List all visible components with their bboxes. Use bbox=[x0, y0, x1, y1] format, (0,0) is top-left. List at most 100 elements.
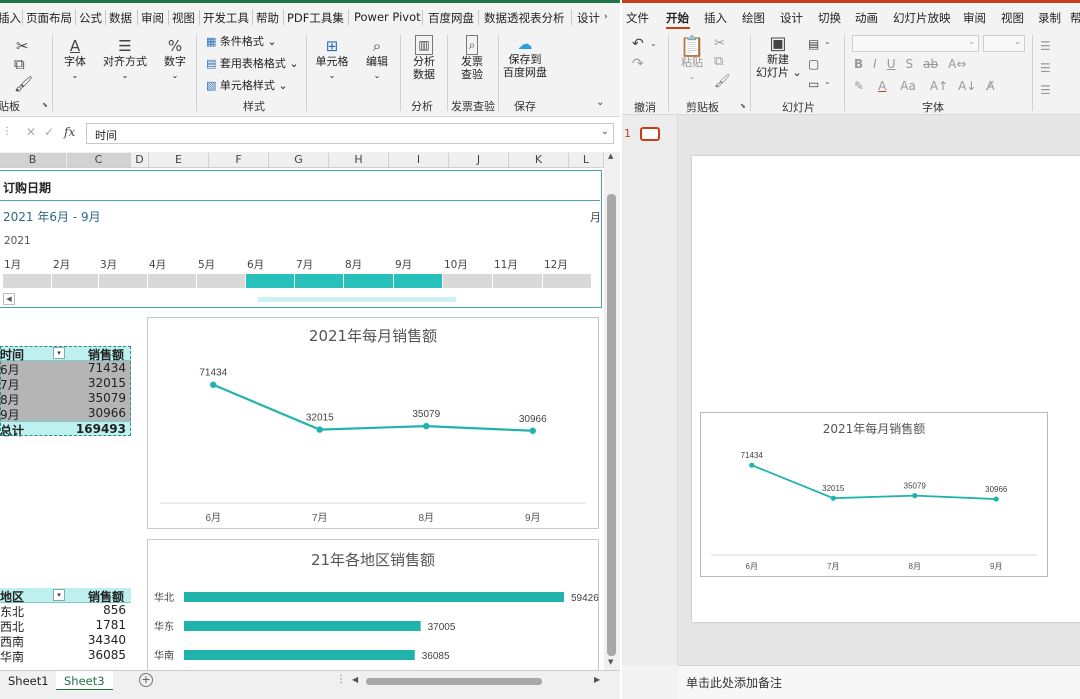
tab-insert[interactable]: 插入 bbox=[0, 10, 21, 26]
ppt-tab-slideshow[interactable]: 幻灯片放映 bbox=[893, 10, 951, 26]
ppt-tab-home[interactable]: 开始 bbox=[666, 10, 689, 26]
font-name-select[interactable]: ⌄ bbox=[852, 35, 979, 52]
ppt-tab-file[interactable]: 文件 bbox=[626, 10, 649, 26]
column-header-h[interactable]: H bbox=[329, 153, 389, 167]
cut-icon[interactable]: ✂ bbox=[714, 35, 725, 53]
ppt-tab-transitions[interactable]: 切换 bbox=[818, 10, 841, 26]
align-right-icon[interactable]: ☰ bbox=[1040, 83, 1051, 97]
scroll-up-icon[interactable]: ▲ bbox=[608, 152, 613, 160]
ppt-tab-draw[interactable]: 绘图 bbox=[742, 10, 765, 26]
font-size-select[interactable]: ⌄ bbox=[983, 35, 1025, 52]
slicer-month-bar[interactable] bbox=[3, 274, 52, 288]
slicer-month-bar[interactable] bbox=[148, 274, 197, 288]
slicer-month-bar[interactable] bbox=[99, 274, 148, 288]
chart-region-sales[interactable]: 21年各地区销售额 华北 59426 华东 37005 华南 36085 bbox=[147, 539, 599, 670]
highlight-icon[interactable]: ✎ bbox=[854, 79, 864, 93]
tab-data[interactable]: 数据 bbox=[109, 10, 132, 26]
column-header-j[interactable]: J bbox=[449, 153, 509, 167]
reset-icon[interactable]: ▢ bbox=[808, 55, 819, 73]
slicer-month-bar[interactable] bbox=[197, 274, 246, 288]
shadow-icon[interactable]: S bbox=[906, 57, 914, 71]
shrink-font-icon[interactable]: A↓ bbox=[958, 79, 976, 93]
tab-help[interactable]: 帮助 bbox=[256, 10, 279, 26]
paste-button[interactable]: 📋 粘贴 ⌄ bbox=[676, 36, 708, 83]
column-header-k[interactable]: K bbox=[509, 153, 569, 167]
tab-developer[interactable]: 开发工具 bbox=[203, 10, 249, 26]
column-header-i[interactable]: I bbox=[389, 153, 449, 167]
ppt-tab-insert[interactable]: 插入 bbox=[704, 10, 727, 26]
copy-icon[interactable]: ⧉ bbox=[714, 53, 723, 71]
ppt-tab-design[interactable]: 设计 bbox=[780, 10, 803, 26]
filter-dropdown-icon[interactable]: ▾ bbox=[53, 347, 65, 359]
pivot-row[interactable]: 7月 32015 bbox=[0, 376, 131, 392]
hscroll-left-icon[interactable]: ◀ bbox=[352, 675, 358, 684]
save-baidu-button[interactable]: ☁ 保存到 百度网盘 bbox=[502, 35, 548, 79]
column-header-g[interactable]: G bbox=[269, 153, 329, 167]
column-header-d[interactable]: D bbox=[131, 153, 149, 167]
font-color-icon[interactable]: A bbox=[878, 79, 886, 93]
cells-button[interactable]: ⊞ 单元格 ⌄ bbox=[312, 37, 352, 82]
slicer-month-bar[interactable] bbox=[493, 274, 543, 288]
horizontal-scroll-thumb[interactable] bbox=[366, 678, 542, 685]
pasted-chart[interactable]: 2021年每月销售额 71434 6月 32015 7月 35079 8月 30966 9月 bbox=[700, 412, 1048, 577]
ppt-tab-animations[interactable]: 动画 bbox=[855, 10, 878, 26]
scroll-down-icon[interactable]: ▼ bbox=[608, 658, 613, 666]
bullets-icon[interactable]: ☰ bbox=[1040, 39, 1051, 53]
pivot-row[interactable]: 华南 36085 bbox=[0, 648, 131, 664]
dialog-launcher-icon[interactable]: ⬊ bbox=[42, 101, 48, 109]
dialog-launcher-icon[interactable]: ⬊ bbox=[740, 102, 746, 110]
tab-page-layout[interactable]: 页面布局 bbox=[26, 10, 72, 26]
tab-review[interactable]: 审阅 bbox=[141, 10, 164, 26]
alignment-button[interactable]: ☰ 对齐方式 ⌄ bbox=[100, 37, 150, 82]
sheet-tab-sheet3[interactable]: Sheet3 bbox=[56, 671, 113, 691]
enter-icon[interactable]: ✓ bbox=[44, 125, 54, 139]
editing-button[interactable]: ⌕ 编辑 ⌄ bbox=[360, 37, 394, 82]
sheet-tab-sheet1[interactable]: Sheet1 bbox=[0, 671, 57, 691]
slicer-scrollbar[interactable] bbox=[258, 297, 456, 302]
layout-icon[interactable]: ▤ bbox=[808, 35, 819, 53]
pivot-row[interactable]: 9月 30966 bbox=[0, 406, 131, 422]
analyze-data-button[interactable]: ▥ 分析 数据 bbox=[404, 35, 444, 81]
tab-formulas[interactable]: 公式 bbox=[79, 10, 102, 26]
column-header-e[interactable]: E bbox=[149, 153, 209, 167]
slicer-month-bar[interactable] bbox=[295, 274, 344, 288]
italic-icon[interactable]: I bbox=[873, 57, 877, 71]
slide-thumbnail[interactable] bbox=[640, 127, 660, 141]
invoice-check-button[interactable]: ⌕ 发票 查验 bbox=[452, 35, 492, 81]
section-dropdown-icon[interactable]: ⌄ bbox=[824, 77, 831, 86]
slicer-month-bar[interactable] bbox=[52, 274, 99, 288]
grow-font-icon[interactable]: A↑ bbox=[930, 79, 948, 93]
new-slide-button[interactable]: ▣ 新建 幻灯片 ⌄ bbox=[756, 35, 802, 80]
bold-icon[interactable]: B bbox=[854, 57, 863, 71]
column-header-l[interactable]: L bbox=[569, 153, 604, 167]
formula-input[interactable]: 时间 ⌄ bbox=[86, 123, 614, 144]
pivot-table-sales[interactable]: 时间 ▾ 销售额 6月 71434 7月 32015 8月 35079 9月 30966 总计 1694… bbox=[0, 346, 131, 438]
pivot-row[interactable]: 西南 34340 bbox=[0, 633, 131, 649]
scroll-thumb[interactable] bbox=[607, 194, 616, 656]
tab-pivot-analyze[interactable]: 数据透视表分析 bbox=[484, 10, 565, 26]
hscroll-right-icon[interactable]: ▶ bbox=[594, 675, 600, 684]
add-sheet-icon[interactable]: + bbox=[139, 673, 153, 687]
slicer-month-bar[interactable] bbox=[394, 274, 443, 288]
case-icon[interactable]: Aa bbox=[900, 79, 916, 93]
expand-formula-icon[interactable]: ⌄ bbox=[601, 126, 609, 137]
redo-icon[interactable]: ↷ bbox=[632, 55, 644, 73]
clear-format-icon[interactable]: A̸ bbox=[986, 79, 994, 93]
slicer-time-level[interactable]: 月 bbox=[590, 209, 601, 225]
pivot-row[interactable]: 6月 71434 bbox=[0, 361, 131, 377]
slicer-month-bar[interactable] bbox=[543, 274, 592, 288]
section-icon[interactable]: ▭ bbox=[808, 75, 819, 93]
spacing-icon[interactable]: A⇔ bbox=[948, 57, 966, 71]
pivot-table-region[interactable]: 地区 ▾ 销售额 东北 856 西北 1781 西南 34340 华南 36085 bbox=[0, 588, 131, 670]
timeline-slicer[interactable]: 订购日期 2021 年6月 - 9月 月 2021 1月 2月 3月 4月 5月 6月 7月… bbox=[0, 170, 602, 308]
undo-icon[interactable]: ↶ bbox=[632, 35, 644, 53]
slicer-month-bar[interactable] bbox=[246, 274, 295, 288]
tab-view[interactable]: 视图 bbox=[172, 10, 195, 26]
ppt-tab-review[interactable]: 审阅 bbox=[963, 10, 986, 26]
align-left-icon[interactable]: ☰ bbox=[1040, 61, 1051, 75]
tab-baidu-netdisk[interactable]: 百度网盘 bbox=[428, 10, 474, 26]
slicer-month-bar[interactable] bbox=[443, 274, 493, 288]
tabs-scroll-right-icon[interactable]: › bbox=[604, 12, 608, 22]
filter-dropdown-icon[interactable]: ▾ bbox=[53, 589, 65, 601]
cell-style-button[interactable]: ▧ 单元格样式 ⌄ bbox=[206, 79, 288, 92]
